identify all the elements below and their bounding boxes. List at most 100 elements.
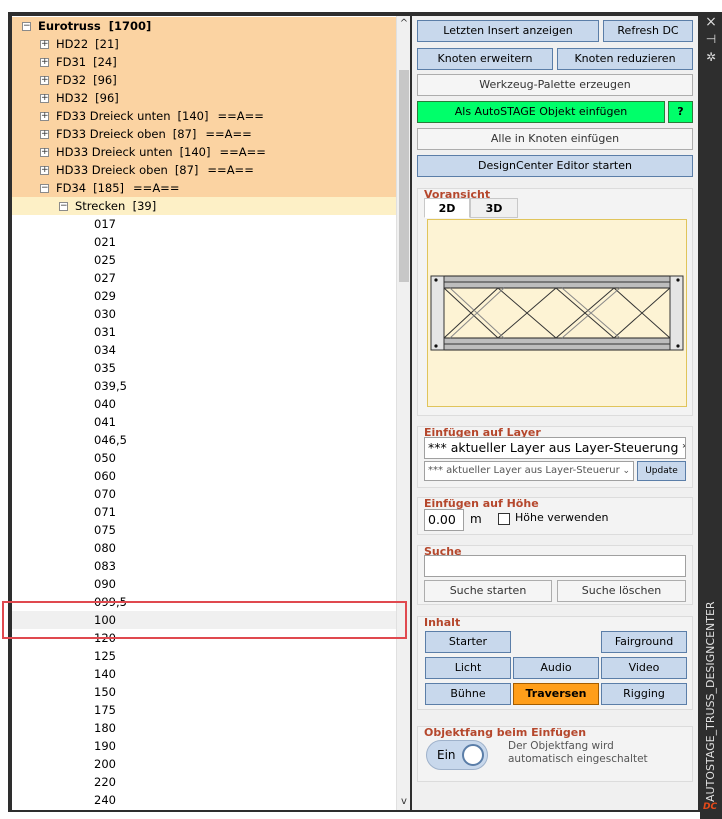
tree-leaf-item[interactable]: 071 <box>12 503 396 521</box>
tree-leaf-item[interactable]: 075 <box>12 521 396 539</box>
tree-leaf-item[interactable]: 090 <box>12 575 396 593</box>
layer-select[interactable]: *** aktueller Layer aus Layer-Steuerur ⌄ <box>424 461 634 481</box>
tree-group-row[interactable]: + HD32 [96] <box>12 89 396 107</box>
scroll-up-icon[interactable]: ^ <box>397 16 411 32</box>
expand-icon[interactable]: + <box>40 148 49 157</box>
update-button[interactable]: Update <box>637 461 686 481</box>
expand-icon[interactable]: + <box>40 112 49 121</box>
tree-group-row[interactable]: + FD33 Dreieck oben [87] ==A== <box>12 125 396 143</box>
tree-leaf-item[interactable]: 035 <box>12 359 396 377</box>
pin-icon[interactable]: ⊣ <box>700 32 722 46</box>
tree-leaf-item[interactable]: 125 <box>12 647 396 665</box>
tree-leaf-item[interactable]: 017 <box>12 215 396 233</box>
tree-leaf-item[interactable]: 039,5 <box>12 377 396 395</box>
tree-leaf-label: 070 <box>94 487 116 501</box>
tree-leaf-item[interactable]: 041 <box>12 413 396 431</box>
tree-leaf-label: 240 <box>94 793 116 807</box>
height-input[interactable]: 0.00 <box>424 509 464 531</box>
tree-leaf-label: 040 <box>94 397 116 411</box>
scroll-thumb[interactable] <box>399 70 409 282</box>
tree-leaf-label: 150 <box>94 685 116 699</box>
tree-leaf-item[interactable]: 190 <box>12 737 396 755</box>
expand-icon[interactable]: + <box>40 94 49 103</box>
tree-leaf-item[interactable]: 046,5 <box>12 431 396 449</box>
collapse-icon[interactable]: − <box>22 22 31 31</box>
close-icon[interactable]: × <box>700 14 722 30</box>
tree-group-row[interactable]: − FD34 [185] ==A== <box>12 179 396 197</box>
scroll-down-icon[interactable]: v <box>397 794 411 810</box>
palette-title: AUTOSTAGE_TRUSS_DESIGNCENTER <box>704 601 717 802</box>
reduce-nodes-button[interactable]: Knoten reduzieren <box>557 48 693 70</box>
tree-leaf-item[interactable]: 070 <box>12 485 396 503</box>
height-group: Einfügen auf Höhe 0.00 m Höhe verwenden <box>417 497 693 535</box>
height-unit: m <box>470 512 482 526</box>
tree-leaf-item[interactable]: 175 <box>12 701 396 719</box>
tree-group-row[interactable]: + FD33 Dreieck unten [140] ==A== <box>12 107 396 125</box>
tree-leaf-item[interactable]: 140 <box>12 665 396 683</box>
last-insert-button[interactable]: Letzten Insert anzeigen <box>417 20 599 42</box>
content-tree[interactable]: − Eurotruss [1700] + HD22 [21] + FD31 [24] + FD… <box>12 16 396 810</box>
tree-leaf-item[interactable]: 025 <box>12 251 396 269</box>
tree-leaf-item[interactable]: 034 <box>12 341 396 359</box>
tree-leaf-item[interactable]: 021 <box>12 233 396 251</box>
tree-leaf-item[interactable]: 031 <box>12 323 396 341</box>
tree-leaf-item[interactable]: 200 <box>12 755 396 773</box>
category-buehne-button[interactable]: Bühne <box>425 683 511 705</box>
tool-palette-button[interactable]: Werkzeug-Palette erzeugen <box>417 74 693 96</box>
use-height-checkbox[interactable] <box>498 513 510 525</box>
tree-subgroup-strecken[interactable]: − Strecken [39] <box>12 197 396 215</box>
tree-leaf-item[interactable]: 060 <box>12 467 396 485</box>
tree-leaf-item[interactable]: 180 <box>12 719 396 737</box>
tree-leaf-item[interactable]: 150 <box>12 683 396 701</box>
dc-logo: DC <box>703 802 718 812</box>
toggle-knob <box>462 744 484 766</box>
category-rigging-button[interactable]: Rigging <box>601 683 687 705</box>
expand-nodes-button[interactable]: Knoten erweitern <box>417 48 553 70</box>
designcenter-editor-button[interactable]: DesignCenter Editor starten <box>417 155 693 177</box>
search-clear-button[interactable]: Suche löschen <box>557 580 686 602</box>
tree-group-label: HD33 Dreieck oben [87] ==A== <box>56 163 254 177</box>
search-start-button[interactable]: Suche starten <box>424 580 552 602</box>
tree-group-row[interactable]: + HD33 Dreieck oben [87] ==A== <box>12 161 396 179</box>
tree-group-row[interactable]: + HD33 Dreieck unten [140] ==A== <box>12 143 396 161</box>
expand-icon[interactable]: + <box>40 130 49 139</box>
expand-icon[interactable]: + <box>40 58 49 67</box>
tree-leaf-label: 175 <box>94 703 116 717</box>
tree-leaf-item[interactable]: 030 <box>12 305 396 323</box>
refresh-dc-button[interactable]: Refresh DC <box>603 20 693 42</box>
tree-leaf-item[interactable]: 027 <box>12 269 396 287</box>
tree-leaf-item[interactable]: 050 <box>12 449 396 467</box>
palette-titlebar[interactable]: × ⊣ ✲ AUTOSTAGE_TRUSS_DESIGNCENTER DC <box>700 12 722 819</box>
search-input[interactable] <box>424 555 686 577</box>
tab-3d[interactable]: 3D <box>470 198 518 218</box>
tree-leaf-item[interactable]: 040 <box>12 395 396 413</box>
tree-leaf-item[interactable]: 240 <box>12 791 396 809</box>
layer-current-field[interactable]: *** aktueller Layer aus Layer-Steuerung … <box>424 437 686 459</box>
help-button[interactable]: ? <box>668 101 693 123</box>
snap-toggle[interactable]: Ein <box>426 740 488 770</box>
category-traversen-button[interactable]: Traversen <box>513 683 599 705</box>
tree-group-row[interactable]: + FD32 [96] <box>12 71 396 89</box>
expand-icon[interactable]: + <box>40 166 49 175</box>
tree-leaf-item[interactable]: 029 <box>12 287 396 305</box>
settings-icon[interactable]: ✲ <box>700 50 722 64</box>
expand-icon[interactable]: + <box>40 40 49 49</box>
tree-root-eurotruss[interactable]: − Eurotruss [1700] <box>12 17 396 35</box>
category-audio-button[interactable]: Audio <box>513 657 599 679</box>
category-video-button[interactable]: Video <box>601 657 687 679</box>
tree-leaf-item[interactable]: 220 <box>12 773 396 791</box>
tab-2d[interactable]: 2D <box>424 198 470 218</box>
expand-icon[interactable]: + <box>40 76 49 85</box>
insert-autostage-button[interactable]: Als AutoSTAGE Objekt einfügen <box>417 101 665 123</box>
category-starter-button[interactable]: Starter <box>425 631 511 653</box>
collapse-icon[interactable]: − <box>59 202 68 211</box>
tree-group-row[interactable]: + HD22 [21] <box>12 35 396 53</box>
tree-leaf-item[interactable]: 083 <box>12 557 396 575</box>
tree-leaf-item[interactable]: 080 <box>12 539 396 557</box>
tree-scrollbar[interactable]: ^ v <box>396 16 410 810</box>
category-licht-button[interactable]: Licht <box>425 657 511 679</box>
category-fairground-button[interactable]: Fairground <box>601 631 687 653</box>
collapse-icon[interactable]: − <box>40 184 49 193</box>
tree-group-row[interactable]: + FD31 [24] <box>12 53 396 71</box>
insert-all-button[interactable]: Alle in Knoten einfügen <box>417 128 693 150</box>
